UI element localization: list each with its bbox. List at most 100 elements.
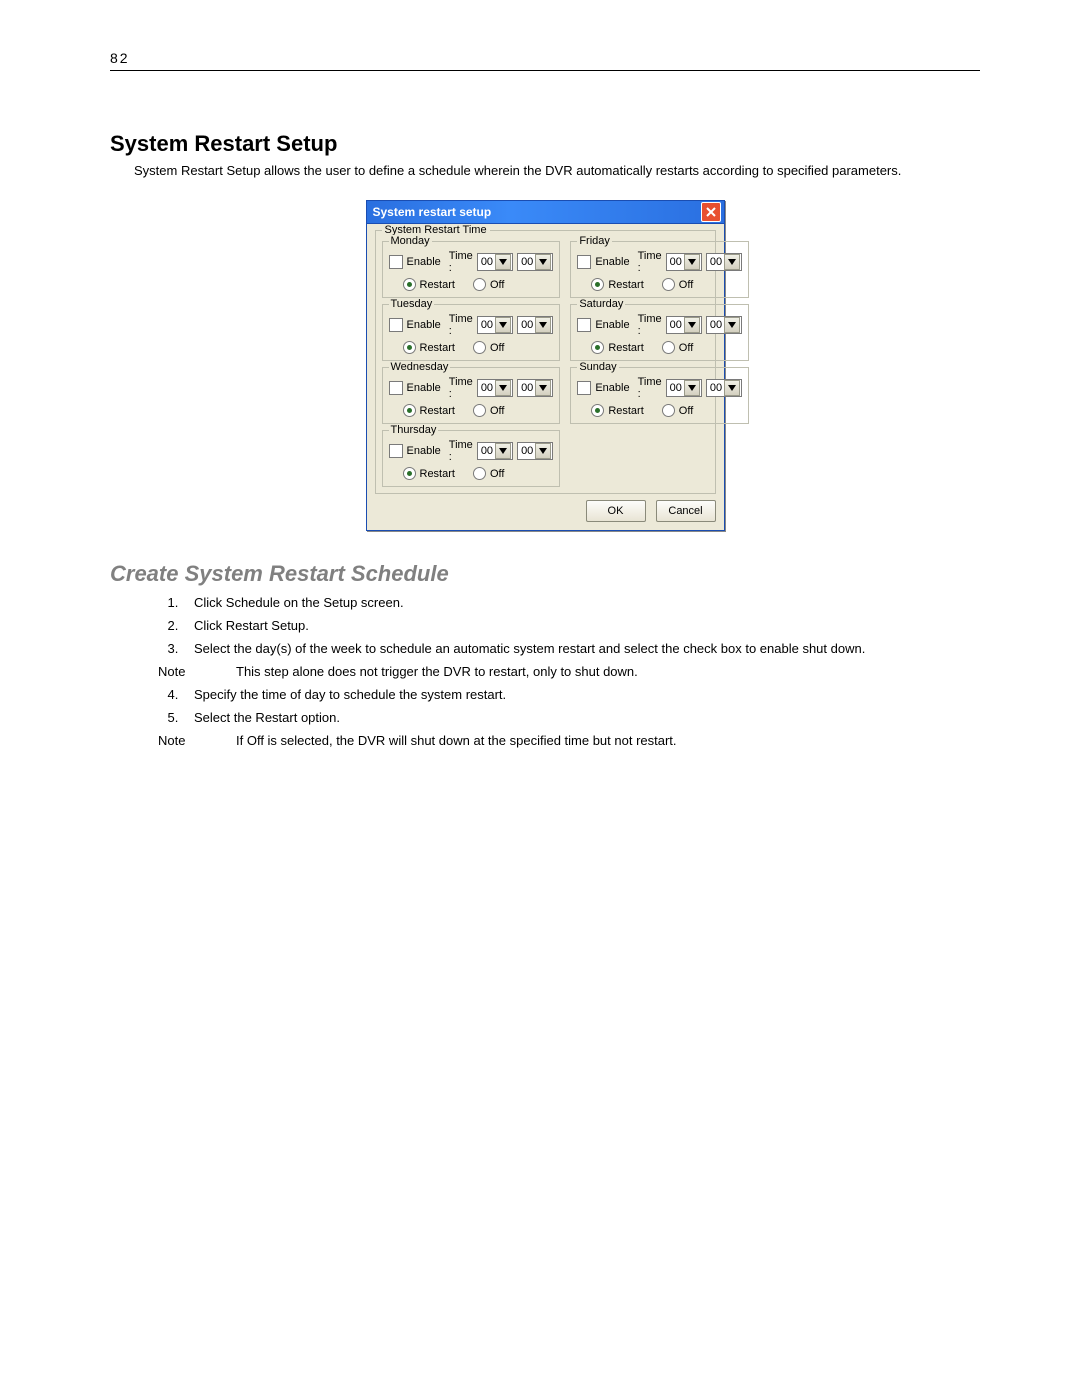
steps-list: Click Schedule on the Setup screen. Clic… [158,595,980,656]
time-dropdown[interactable]: 00 [666,379,702,397]
dropdown-value: 00 [670,319,682,331]
note-row: Note If Off is selected, the DVR will sh… [158,733,980,748]
restart-label: Restart [608,405,643,417]
day-label: Thursday [389,424,439,436]
enable-checkbox[interactable] [577,255,591,269]
day-label: Friday [577,235,612,247]
enable-label: Enable [407,445,441,457]
restart-radio[interactable] [403,467,416,480]
page-number: 82 [110,50,980,66]
time-dropdown[interactable]: 00 [517,379,553,397]
dropdown-value: 00 [710,319,722,331]
time-label: Time : [638,313,662,337]
dropdown-value: 00 [481,445,493,457]
day-label: Monday [389,235,432,247]
dropdown-value: 00 [521,256,533,268]
off-radio[interactable] [662,278,675,291]
time-dropdown[interactable]: 00 [706,379,742,397]
time-label: Time : [449,313,473,337]
enable-label: Enable [407,256,441,268]
system-restart-dialog: System restart setup System Restart Time… [366,200,725,531]
time-dropdown[interactable]: 00 [666,316,702,334]
off-radio[interactable] [473,341,486,354]
ok-button[interactable]: OK [586,500,646,522]
time-dropdown[interactable]: 00 [477,379,513,397]
time-label: Time : [449,439,473,463]
chevron-down-icon [495,380,511,396]
off-radio[interactable] [473,404,486,417]
dialog-title: System restart setup [373,205,492,219]
day-group-sunday: SundayEnableTime :0000RestartOff [570,367,749,424]
chevron-down-icon [724,317,740,333]
chevron-down-icon [684,254,700,270]
chevron-down-icon [495,254,511,270]
off-radio[interactable] [473,278,486,291]
steps-list: Specify the time of day to schedule the … [158,687,980,725]
cancel-button[interactable]: Cancel [656,500,716,522]
note-text: This step alone does not trigger the DVR… [236,664,638,679]
time-dropdown[interactable]: 00 [477,442,513,460]
time-dropdown[interactable]: 00 [477,316,513,334]
time-dropdown[interactable]: 00 [706,253,742,271]
step-item: Select the day(s) of the week to schedul… [182,641,980,656]
time-dropdown[interactable]: 00 [517,442,553,460]
time-dropdown[interactable]: 00 [666,253,702,271]
enable-label: Enable [595,256,629,268]
restart-radio[interactable] [591,341,604,354]
chevron-down-icon [684,317,700,333]
dropdown-value: 00 [481,256,493,268]
time-dropdown[interactable]: 00 [477,253,513,271]
enable-checkbox[interactable] [389,255,403,269]
enable-label: Enable [407,319,441,331]
off-radio[interactable] [662,341,675,354]
enable-checkbox[interactable] [577,381,591,395]
chevron-down-icon [724,380,740,396]
chevron-down-icon [535,254,551,270]
step-item: Click Schedule on the Setup screen. [182,595,980,610]
dropdown-value: 00 [481,319,493,331]
off-radio[interactable] [662,404,675,417]
chevron-down-icon [495,317,511,333]
step-item: Select the Restart option. [182,710,980,725]
restart-radio[interactable] [403,341,416,354]
day-label: Sunday [577,361,618,373]
enable-checkbox[interactable] [577,318,591,332]
header-rule [110,70,980,71]
time-label: Time : [449,376,473,400]
dropdown-value: 00 [710,256,722,268]
enable-checkbox[interactable] [389,318,403,332]
step-item: Specify the time of day to schedule the … [182,687,980,702]
restart-radio[interactable] [591,278,604,291]
note-row: Note This step alone does not trigger th… [158,664,980,679]
dropdown-value: 00 [670,256,682,268]
time-dropdown[interactable]: 00 [706,316,742,334]
restart-radio[interactable] [591,404,604,417]
enable-label: Enable [595,382,629,394]
off-radio[interactable] [473,467,486,480]
time-dropdown[interactable]: 00 [517,253,553,271]
time-label: Time : [638,250,662,274]
enable-label: Enable [595,319,629,331]
dropdown-value: 00 [481,382,493,394]
time-dropdown[interactable]: 00 [517,316,553,334]
chevron-down-icon [535,317,551,333]
enable-checkbox[interactable] [389,444,403,458]
enable-checkbox[interactable] [389,381,403,395]
close-icon[interactable] [701,202,721,222]
day-group-tuesday: TuesdayEnableTime :0000RestartOff [382,304,561,361]
note-text: If Off is selected, the DVR will shut do… [236,733,677,748]
off-label: Off [490,342,504,354]
restart-label: Restart [420,342,455,354]
restart-radio[interactable] [403,404,416,417]
day-group-monday: MondayEnableTime :0000RestartOff [382,241,561,298]
restart-radio[interactable] [403,278,416,291]
restart-label: Restart [608,342,643,354]
off-label: Off [490,405,504,417]
off-label: Off [679,405,693,417]
restart-label: Restart [420,405,455,417]
restart-label: Restart [608,279,643,291]
time-label: Time : [638,376,662,400]
restart-label: Restart [420,468,455,480]
day-label: Wednesday [389,361,451,373]
dropdown-value: 00 [670,382,682,394]
